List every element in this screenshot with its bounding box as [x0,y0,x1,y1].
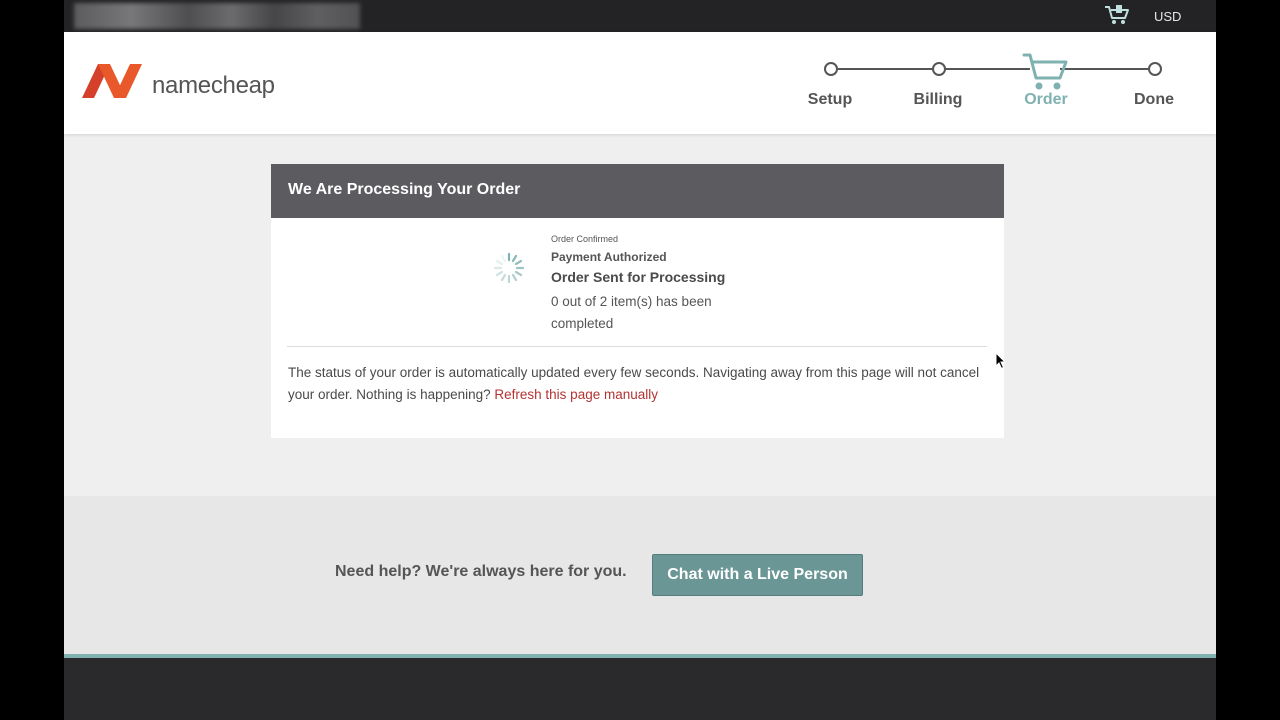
cart-step-icon [1022,53,1068,90]
refresh-link[interactable]: Refresh this page manually [494,387,658,402]
help-section: Need help? We're always here for you. Ch… [64,496,1216,654]
blurred-address-bar [74,3,360,29]
order-progress-text: 0 out of 2 item(s) has been completed [551,294,712,331]
checkout-stepper: Setup Billing Order Done [64,32,1216,134]
step-connector [946,68,1030,70]
status-note: The status of your order is automaticall… [288,362,988,406]
loading-spinner-icon [493,252,525,284]
site-footer [64,658,1216,720]
page: USD namecheap Setup Billing Order Done W… [64,0,1216,720]
cart-icon[interactable] [1104,4,1130,26]
site-header: namecheap Setup Billing Order Done [64,32,1216,134]
order-status-card: We Are Processing Your Order Order Confi… [271,164,1004,438]
chat-live-person-button[interactable]: Chat with a Live Person [652,554,863,596]
currency-selector[interactable]: USD [1154,9,1181,24]
step-label-order: Order [1024,91,1068,108]
step-dot-setup [824,62,838,76]
step-connector [838,68,940,70]
status-order-sent: Order Sent for Processing [551,269,726,285]
divider [287,346,987,347]
step-label-billing: Billing [913,91,963,108]
mouse-cursor-icon [995,352,1007,370]
step-label-done: Done [1134,91,1174,108]
status-payment-authorized: Payment Authorized [551,250,667,264]
step-connector [1060,68,1148,70]
card-title: We Are Processing Your Order [271,164,1004,218]
top-bar: USD [64,0,1216,32]
order-status-list: Order Confirmed Payment Authorized Order… [551,234,811,335]
status-order-confirmed: Order Confirmed [551,234,619,244]
step-label-setup: Setup [807,91,853,108]
step-dot-done [1148,62,1162,76]
step-dot-billing [932,62,946,76]
help-text: Need help? We're always here for you. [335,563,627,580]
